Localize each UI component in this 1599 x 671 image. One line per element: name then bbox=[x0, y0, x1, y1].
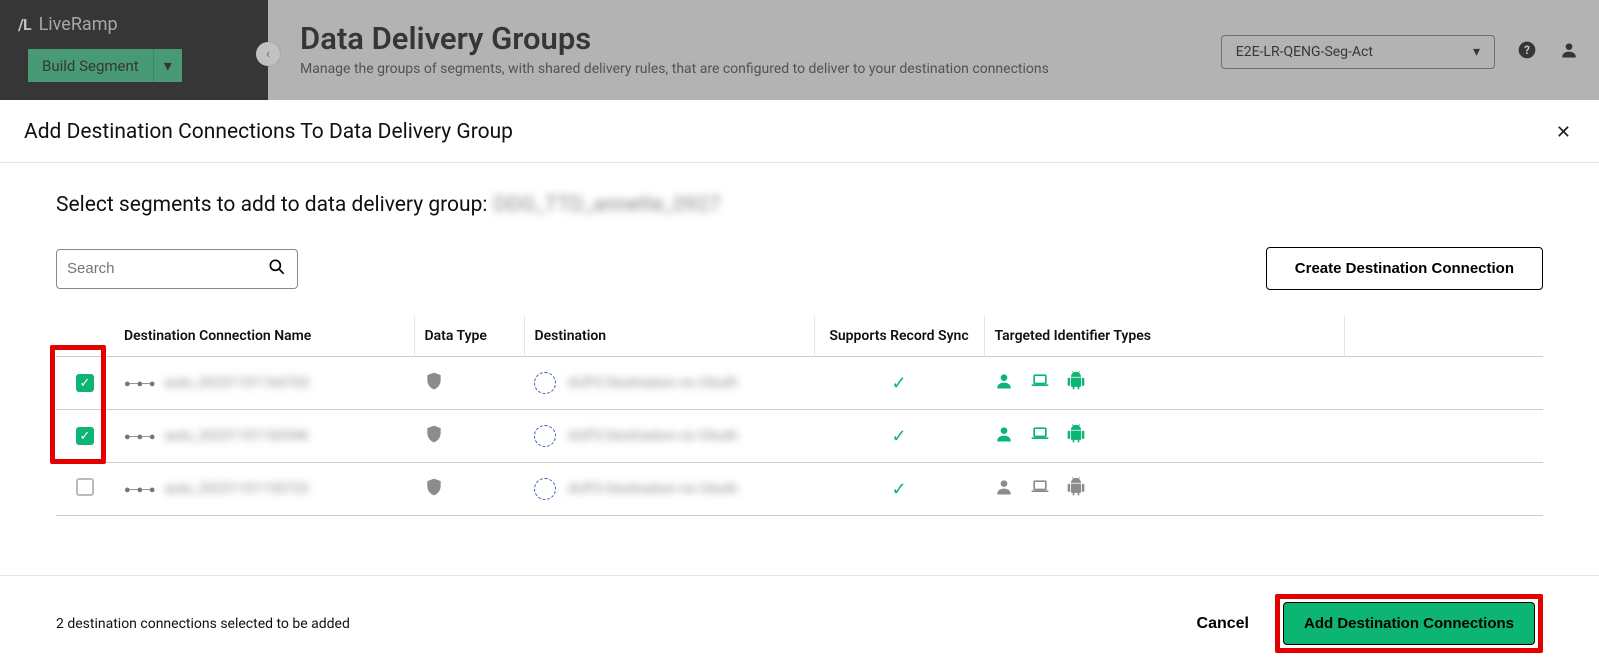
add-connections-dialog: Add Destination Connections To Data Deli… bbox=[0, 100, 1599, 671]
cancel-button[interactable]: Cancel bbox=[1197, 615, 1249, 633]
row-checkbox[interactable] bbox=[76, 478, 94, 496]
checkmark-icon: ✓ bbox=[80, 430, 91, 443]
android-icon bbox=[1066, 371, 1086, 395]
check-icon: ✓ bbox=[891, 479, 906, 500]
create-destination-connection-button[interactable]: Create Destination Connection bbox=[1266, 247, 1543, 290]
column-target: Targeted Identifier Types bbox=[984, 316, 1344, 357]
check-icon: ✓ bbox=[891, 426, 906, 447]
close-icon: ✕ bbox=[1556, 122, 1571, 142]
prompt-text: Select segments to add to data delivery … bbox=[56, 193, 487, 217]
destination-badge-icon bbox=[534, 478, 556, 500]
link-icon: ●─●─● bbox=[124, 430, 155, 443]
checkmark-icon: ✓ bbox=[80, 377, 91, 390]
search-field[interactable] bbox=[56, 249, 298, 289]
laptop-icon bbox=[1030, 477, 1050, 501]
row-checkbox[interactable]: ✓ bbox=[76, 374, 94, 392]
person-icon bbox=[994, 371, 1014, 395]
column-destination: Destination bbox=[524, 316, 814, 357]
link-icon: ●─●─● bbox=[124, 483, 155, 496]
connection-name: auto_20231101164703 bbox=[165, 375, 309, 391]
column-spacer bbox=[1344, 316, 1543, 357]
check-icon: ✓ bbox=[891, 373, 906, 394]
laptop-icon bbox=[1030, 424, 1050, 448]
dialog-footer: 2 destination connections selected to be… bbox=[0, 575, 1599, 671]
android-icon bbox=[1066, 477, 1086, 501]
search-input[interactable] bbox=[67, 260, 267, 277]
laptop-icon bbox=[1030, 371, 1050, 395]
search-icon bbox=[267, 257, 287, 281]
dialog-title: Add Destination Connections To Data Deli… bbox=[24, 120, 513, 144]
row-checkbox[interactable]: ✓ bbox=[76, 427, 94, 445]
destination-name: AUFS Destination no OAuth bbox=[568, 375, 738, 391]
shield-icon bbox=[424, 379, 444, 395]
submit-highlight: Add Destination Connections bbox=[1275, 594, 1543, 653]
table-row: ✓ ●─●─● auto_20231101164703 AUFS Destina… bbox=[56, 357, 1543, 410]
column-datatype: Data Type bbox=[414, 316, 524, 357]
destination-badge-icon bbox=[534, 372, 556, 394]
person-icon bbox=[994, 424, 1014, 448]
connections-table: Destination Connection Name Data Type De… bbox=[56, 316, 1543, 516]
add-destination-connections-button[interactable]: Add Destination Connections bbox=[1283, 602, 1535, 645]
column-name: Destination Connection Name bbox=[114, 316, 414, 357]
shield-icon bbox=[424, 432, 444, 448]
destination-name: AUFS Destination no OAuth bbox=[568, 428, 738, 444]
close-button[interactable]: ✕ bbox=[1556, 122, 1571, 143]
column-checkbox bbox=[56, 316, 114, 357]
destination-name: AUFS Destination no OAuth bbox=[568, 481, 738, 497]
selection-status: 2 destination connections selected to be… bbox=[56, 616, 350, 632]
person-icon bbox=[994, 477, 1014, 501]
table-row: ●─●─● auto_20231101155725 AUFS Destinati… bbox=[56, 463, 1543, 516]
connection-name: auto_20231101155725 bbox=[165, 481, 309, 497]
android-icon bbox=[1066, 424, 1086, 448]
connection-name: auto_20231101160546 bbox=[165, 428, 309, 444]
dialog-header: Add Destination Connections To Data Deli… bbox=[0, 100, 1599, 163]
table-row: ✓ ●─●─● auto_20231101160546 AUFS Destina… bbox=[56, 410, 1543, 463]
dialog-body: Select segments to add to data delivery … bbox=[0, 163, 1599, 575]
column-sync: Supports Record Sync bbox=[814, 316, 984, 357]
group-name: DDG_TTD_annette_0927 bbox=[493, 193, 720, 217]
destination-badge-icon bbox=[534, 425, 556, 447]
shield-icon bbox=[424, 485, 444, 501]
link-icon: ●─●─● bbox=[124, 377, 155, 390]
dim-overlay bbox=[0, 0, 1599, 100]
